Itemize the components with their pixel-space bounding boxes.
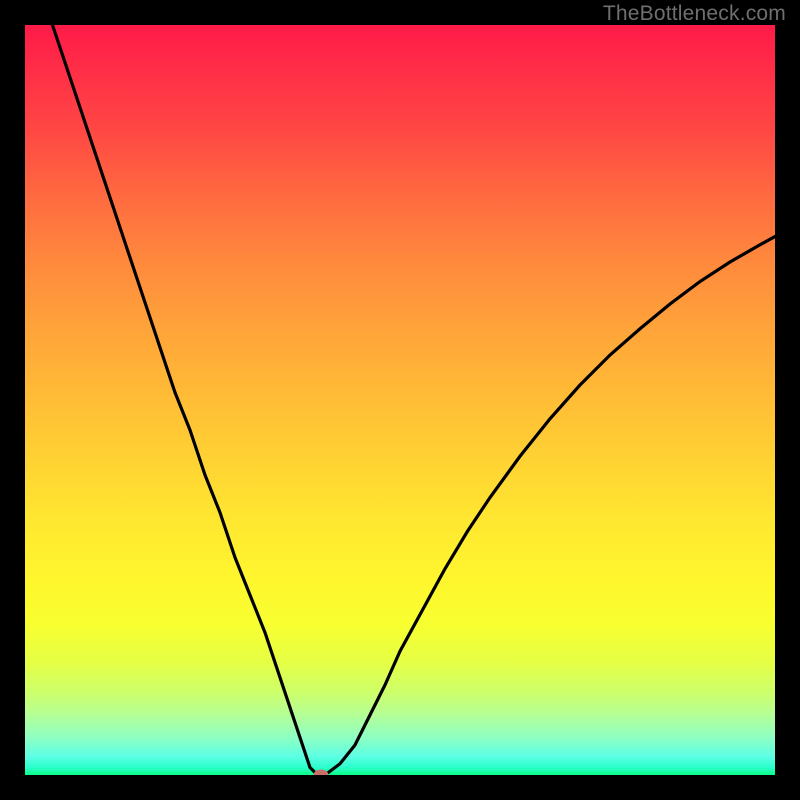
curve-svg [25,25,775,775]
watermark-text: TheBottleneck.com [603,2,786,26]
bottleneck-curve [25,25,775,775]
minimum-marker [314,770,329,776]
plot-area [25,25,775,775]
chart-frame: TheBottleneck.com [0,0,800,800]
